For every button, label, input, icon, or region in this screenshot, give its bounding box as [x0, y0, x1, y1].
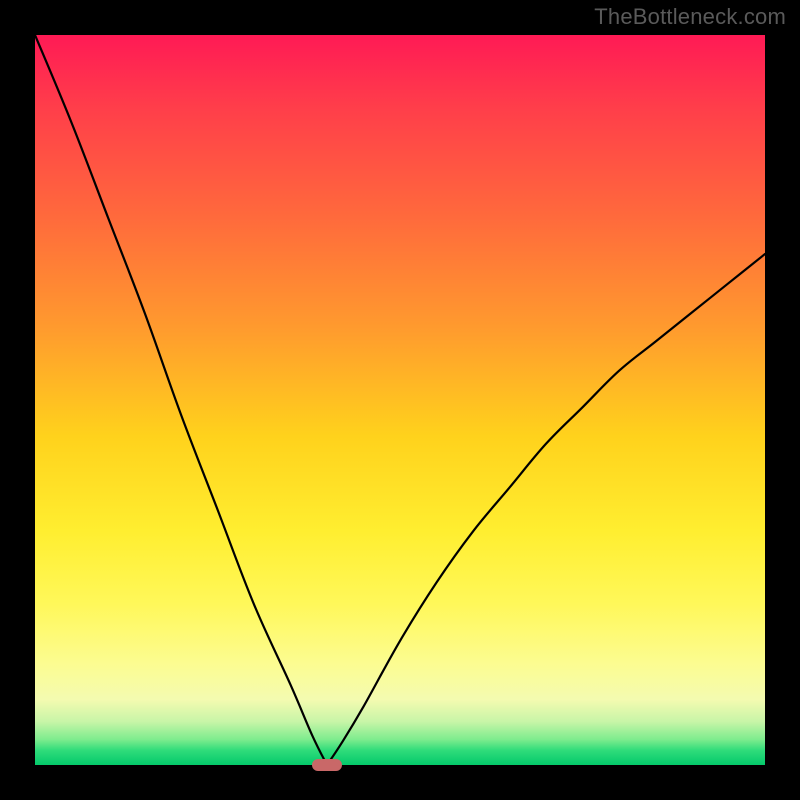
- chart-stage: TheBottleneck.com: [0, 0, 800, 800]
- curve-svg: [35, 35, 765, 765]
- bottleneck-marker: [312, 759, 342, 771]
- watermark-text: TheBottleneck.com: [594, 4, 786, 30]
- curve-right: [327, 254, 765, 765]
- curve-left: [35, 35, 327, 765]
- plot-area: [35, 35, 765, 765]
